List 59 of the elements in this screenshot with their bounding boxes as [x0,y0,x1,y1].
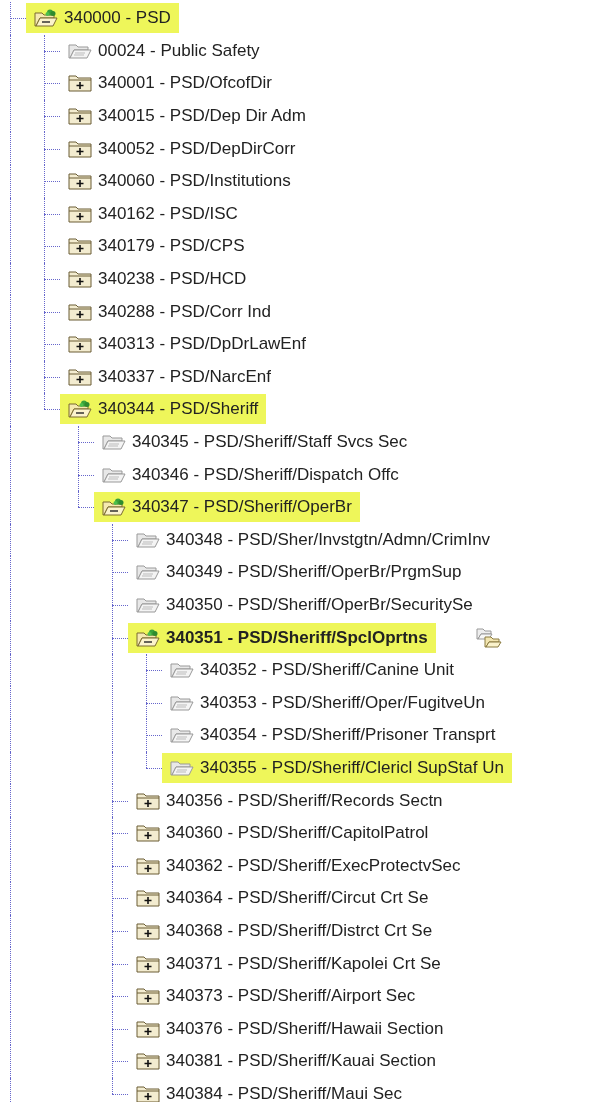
tree-node[interactable]: 340364 - PSD/Sheriff/Circut Crt Se [128,883,437,914]
tree-node[interactable]: 340368 - PSD/Sheriff/Distrct Crt Se [128,915,441,946]
plus-folder-icon[interactable] [136,856,160,875]
open-folder-icon[interactable] [102,498,126,517]
tree-node[interactable]: 340337 - PSD/NarcEnf [60,361,279,392]
plus-folder-icon[interactable] [136,1052,160,1071]
tree-node[interactable]: 340349 - PSD/Sheriff/OperBr/PrgmSup [128,557,470,588]
plus-folder-icon[interactable] [68,270,92,289]
tree-node[interactable]: 340313 - PSD/DpDrLawEnf [60,329,314,360]
tree-node[interactable]: 340000 - PSD [26,3,179,34]
tree-node[interactable]: 340362 - PSD/Sheriff/ExecProtectvSec [128,850,469,881]
open-folder-icon[interactable] [34,9,58,28]
tree-node[interactable]: 340381 - PSD/Sheriff/Kauai Section [128,1046,444,1077]
tree-node[interactable]: 340001 - PSD/OfcofDir [60,68,280,99]
tree-node[interactable]: 340384 - PSD/Sheriff/Maui Sec [128,1078,410,1102]
tree-node[interactable]: 340179 - PSD/CPS [60,231,253,262]
plus-folder-icon[interactable] [68,172,92,191]
plus-folder-icon[interactable] [68,74,92,93]
tree-node[interactable]: 340353 - PSD/Sheriff/Oper/FugitveUn [162,687,494,718]
tree-node[interactable]: 340352 - PSD/Sheriff/Canine Unit [162,655,462,686]
tree-node[interactable]: 340376 - PSD/Sheriff/Hawaii Section [128,1013,452,1044]
plus-folder-icon[interactable] [68,335,92,354]
plus-folder-icon[interactable] [68,107,92,126]
tree-node[interactable]: 340015 - PSD/Dep Dir Adm [60,101,314,132]
tree-node[interactable]: 340346 - PSD/Sheriff/Dispatch Offc [94,459,407,490]
plus-folder-icon[interactable] [136,1019,160,1038]
plus-folder-icon[interactable] [68,237,92,256]
tree-node[interactable]: 340344 - PSD/Sheriff [60,394,267,425]
plus-folder-icon[interactable] [68,139,92,158]
tree-node[interactable]: 340238 - PSD/HCD [60,264,255,295]
plus-folder-icon[interactable] [136,987,160,1006]
plus-folder-icon[interactable] [136,824,160,843]
tree-node[interactable]: 340162 - PSD/ISC [60,198,246,229]
tree-node[interactable]: 340360 - PSD/Sheriff/CapitolPatrol [128,818,437,849]
tree-node[interactable]: 340354 - PSD/Sheriff/Prisoner Transprt [162,720,504,751]
tree-node[interactable]: 340371 - PSD/Sheriff/Kapolei Crt Se [128,948,449,979]
plus-folder-icon[interactable] [136,954,160,973]
tree-node[interactable]: 00024 - Public Safety [60,35,268,66]
open-folder-icon[interactable] [136,628,160,647]
plus-folder-icon[interactable] [136,791,160,810]
plus-folder-icon[interactable] [68,367,92,386]
tree-node[interactable]: 340355 - PSD/Sheriff/Clericl SupStaf Un [162,752,512,783]
tree-node[interactable]: 340348 - PSD/Sher/Invstgtn/Admn/CrimInv [128,524,499,555]
tree-node[interactable]: 340288 - PSD/Corr Ind [60,296,279,327]
tree-node[interactable]: 340373 - PSD/Sheriff/Airport Sec [128,981,424,1012]
plus-folder-icon[interactable] [136,921,160,940]
tree-node[interactable]: 340350 - PSD/Sheriff/OperBr/SecuritySe [128,590,481,620]
folders-icon[interactable] [475,626,502,649]
plus-folder-icon[interactable] [68,204,92,223]
tree-node[interactable]: 340060 - PSD/Institutions [60,166,299,197]
plus-folder-icon[interactable] [68,302,92,321]
open-folder-icon[interactable] [68,400,92,419]
plus-folder-icon[interactable] [136,889,160,908]
plus-folder-icon[interactable] [136,1084,160,1102]
tree-node[interactable]: 340345 - PSD/Sheriff/Staff Svcs Sec [94,427,416,457]
tree-node[interactable]: 340351 - PSD/Sheriff/SpclOprtns [128,622,436,653]
tree-node[interactable]: 340356 - PSD/Sheriff/Records Sectn [128,785,451,816]
tree-node[interactable]: 340347 - PSD/Sheriff/OperBr [94,492,360,523]
tree-node[interactable]: 340052 - PSD/DepDirCorr [60,133,304,164]
